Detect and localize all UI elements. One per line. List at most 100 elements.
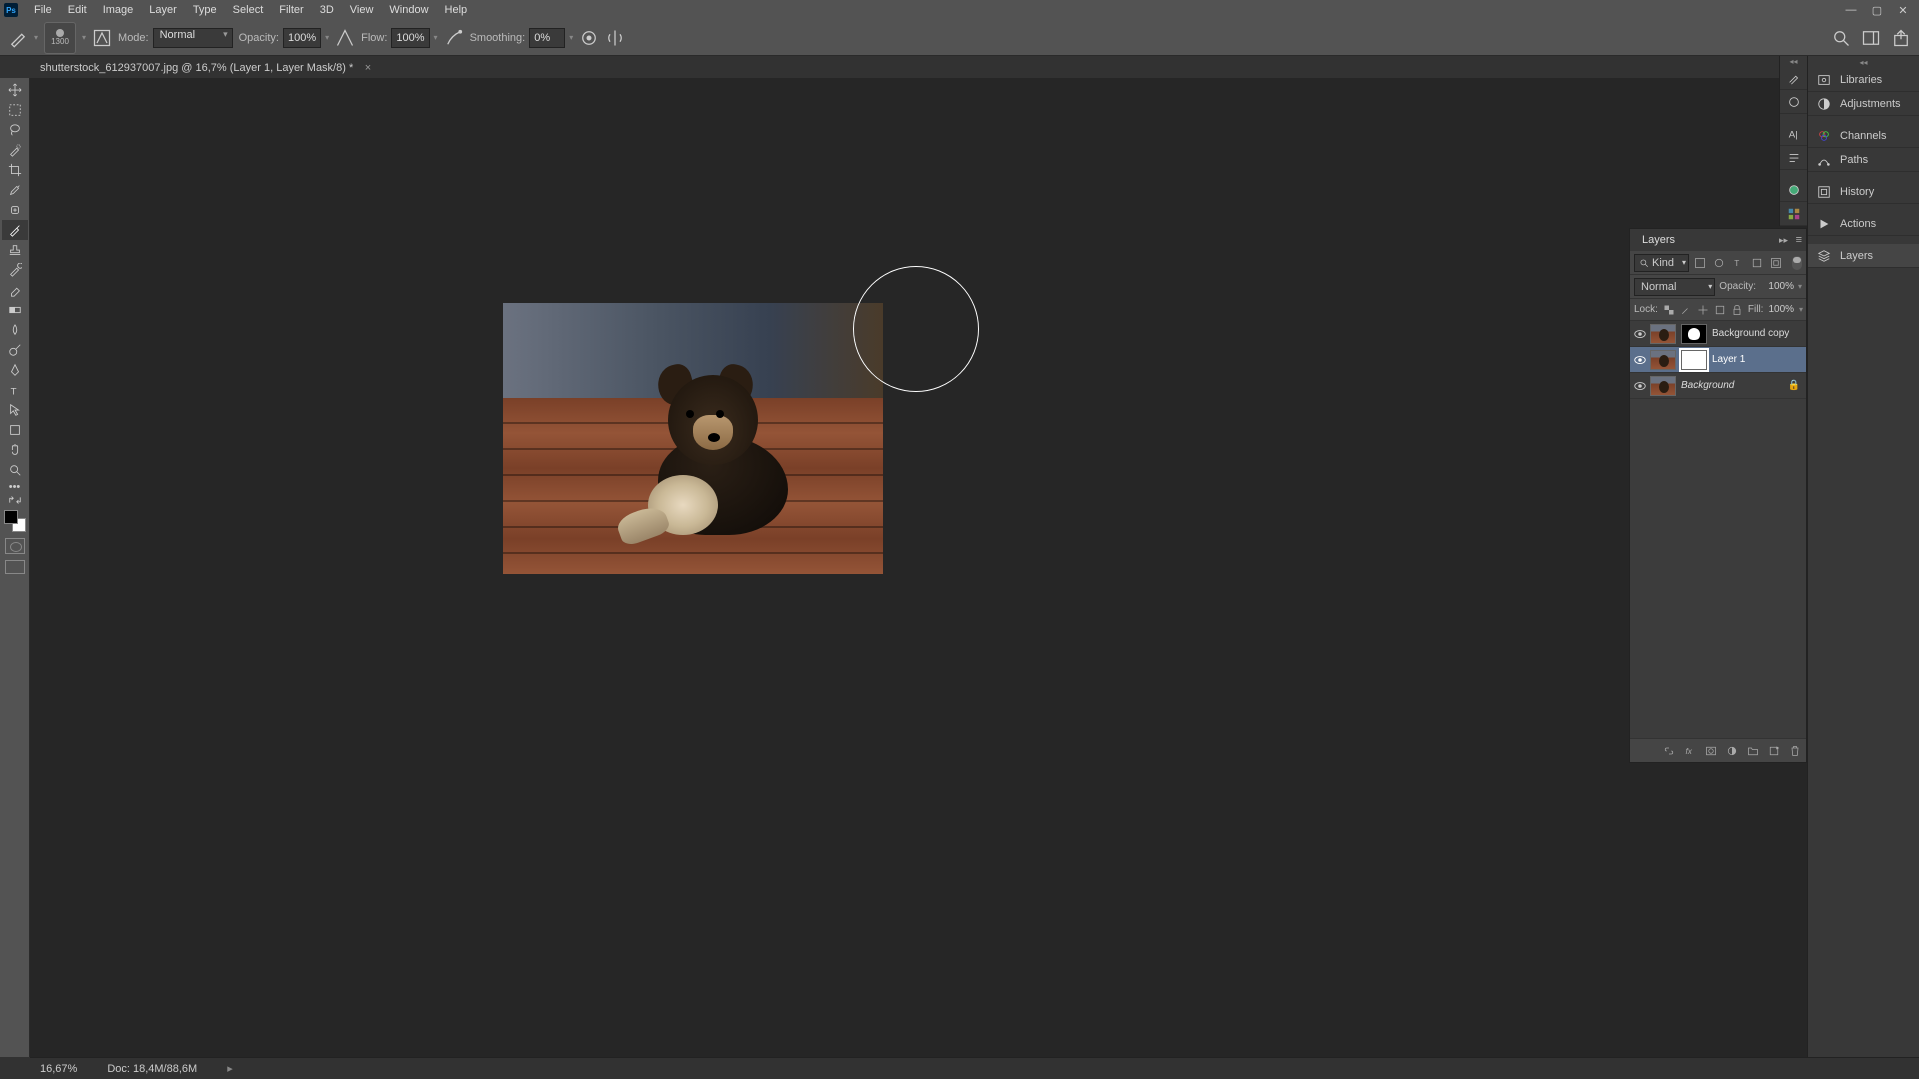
color-icon[interactable] bbox=[1780, 178, 1807, 202]
zoom-tool[interactable] bbox=[2, 460, 28, 480]
dock-layers[interactable]: Layers bbox=[1808, 244, 1919, 268]
dock-paths[interactable]: Paths bbox=[1808, 148, 1919, 172]
flow-field[interactable]: 100% bbox=[391, 28, 429, 48]
character-icon[interactable]: A| bbox=[1780, 122, 1807, 146]
menu-file[interactable]: File bbox=[26, 4, 60, 16]
hand-tool[interactable] bbox=[2, 440, 28, 460]
search-icon[interactable] bbox=[1831, 28, 1851, 48]
menu-image[interactable]: Image bbox=[95, 4, 142, 16]
filter-smart-icon[interactable] bbox=[1768, 255, 1784, 271]
lock-all-icon[interactable] bbox=[1731, 303, 1743, 317]
dock-adjustments[interactable]: Adjustments bbox=[1808, 92, 1919, 116]
shape-tool[interactable] bbox=[2, 420, 28, 440]
menu-select[interactable]: Select bbox=[225, 4, 272, 16]
adjustment-layer-icon[interactable] bbox=[1725, 744, 1739, 758]
menu-layer[interactable]: Layer bbox=[141, 4, 185, 16]
brush-tool[interactable] bbox=[2, 220, 28, 240]
brushes-icon[interactable] bbox=[1780, 90, 1807, 114]
blend-mode-select[interactable]: Normal bbox=[1634, 278, 1715, 296]
menu-window[interactable]: Window bbox=[381, 4, 436, 16]
opacity-value[interactable]: 100% bbox=[1760, 281, 1794, 292]
smoothing-options-icon[interactable] bbox=[579, 28, 599, 48]
brush-preset-picker[interactable]: 1300 bbox=[44, 22, 76, 54]
layer-name[interactable]: Background bbox=[1681, 380, 1734, 391]
eyedropper-tool[interactable] bbox=[2, 180, 28, 200]
healing-tool[interactable] bbox=[2, 200, 28, 220]
stamp-tool[interactable] bbox=[2, 240, 28, 260]
filter-shape-icon[interactable] bbox=[1749, 255, 1765, 271]
fill-value[interactable]: 100% bbox=[1768, 304, 1794, 315]
paragraph-icon[interactable] bbox=[1780, 146, 1807, 170]
filter-type-icon[interactable]: T bbox=[1730, 255, 1746, 271]
layer-style-icon[interactable]: fx bbox=[1683, 744, 1697, 758]
foreground-color-swatch[interactable] bbox=[4, 510, 18, 524]
pressure-opacity-icon[interactable] bbox=[335, 28, 355, 48]
lock-pixels-icon[interactable] bbox=[1680, 303, 1692, 317]
layers-tab[interactable]: Layers bbox=[1636, 234, 1681, 246]
visibility-toggle[interactable] bbox=[1632, 378, 1648, 394]
mask-thumbnail[interactable] bbox=[1681, 324, 1707, 344]
lasso-tool[interactable] bbox=[2, 120, 28, 140]
layer-name[interactable]: Background copy bbox=[1712, 328, 1789, 339]
status-flyout-icon[interactable]: ▸ bbox=[227, 1062, 233, 1075]
lock-transparency-icon[interactable] bbox=[1663, 303, 1675, 317]
menu-help[interactable]: Help bbox=[437, 4, 476, 16]
eraser-tool[interactable] bbox=[2, 280, 28, 300]
panel-menu-icon[interactable]: ≡ bbox=[1796, 234, 1802, 246]
blend-mode-select[interactable]: Normal bbox=[153, 28, 233, 48]
layer-row[interactable]: Background 🔒 bbox=[1630, 373, 1806, 399]
add-mask-icon[interactable] bbox=[1704, 744, 1718, 758]
workspace-icon[interactable] bbox=[1861, 28, 1881, 48]
document-tab[interactable]: shutterstock_612937007.jpg @ 16,7% (Laye… bbox=[30, 58, 377, 78]
type-tool[interactable]: T bbox=[2, 380, 28, 400]
opacity-field[interactable]: 100% bbox=[283, 28, 321, 48]
menu-filter[interactable]: Filter bbox=[271, 4, 311, 16]
blur-tool[interactable] bbox=[2, 320, 28, 340]
brush-panel-toggle[interactable] bbox=[92, 28, 112, 48]
color-swatches[interactable] bbox=[4, 510, 26, 532]
new-layer-icon[interactable] bbox=[1767, 744, 1781, 758]
layer-row[interactable]: Layer 1 bbox=[1630, 347, 1806, 373]
menu-3d[interactable]: 3D bbox=[312, 4, 342, 16]
dock-actions[interactable]: Actions bbox=[1808, 212, 1919, 236]
filter-pixel-icon[interactable] bbox=[1692, 255, 1708, 271]
lock-artboard-icon[interactable] bbox=[1714, 303, 1726, 317]
visibility-toggle[interactable] bbox=[1632, 352, 1648, 368]
path-select-tool[interactable] bbox=[2, 400, 28, 420]
tool-preset-icon[interactable] bbox=[8, 28, 28, 48]
doc-info[interactable]: Doc: 18,4M/88,6M bbox=[107, 1063, 197, 1075]
delete-layer-icon[interactable] bbox=[1788, 744, 1802, 758]
quick-select-tool[interactable] bbox=[2, 140, 28, 160]
mask-thumbnail[interactable] bbox=[1681, 350, 1707, 370]
window-minimize[interactable]: — bbox=[1839, 2, 1863, 18]
zoom-level[interactable]: 16,67% bbox=[40, 1063, 77, 1075]
airbrush-icon[interactable] bbox=[444, 28, 464, 48]
screen-mode-toggle[interactable] bbox=[5, 560, 25, 574]
history-brush-tool[interactable] bbox=[2, 260, 28, 280]
link-layers-icon[interactable] bbox=[1662, 744, 1676, 758]
filter-kind-select[interactable]: Kind bbox=[1634, 254, 1689, 272]
layer-name[interactable]: Layer 1 bbox=[1712, 354, 1745, 365]
panel-collapse-icon[interactable]: ▸▸ bbox=[1779, 235, 1788, 246]
pen-tool[interactable] bbox=[2, 360, 28, 380]
filter-toggle[interactable] bbox=[1792, 256, 1802, 270]
edit-toolbar[interactable]: ••• bbox=[2, 480, 28, 494]
move-tool[interactable] bbox=[2, 80, 28, 100]
crop-tool[interactable] bbox=[2, 160, 28, 180]
menu-type[interactable]: Type bbox=[185, 4, 225, 16]
dock-history[interactable]: History bbox=[1808, 180, 1919, 204]
layer-row[interactable]: Background copy bbox=[1630, 321, 1806, 347]
layer-thumbnail[interactable] bbox=[1650, 350, 1676, 370]
dock-channels[interactable]: Channels bbox=[1808, 124, 1919, 148]
layer-thumbnail[interactable] bbox=[1650, 376, 1676, 396]
brush-settings-icon[interactable] bbox=[1780, 66, 1807, 90]
share-icon[interactable] bbox=[1891, 28, 1911, 48]
mini-dock-collapse[interactable]: ◂◂ bbox=[1780, 56, 1807, 66]
quick-mask-toggle[interactable] bbox=[5, 538, 25, 554]
symmetry-icon[interactable] bbox=[605, 28, 625, 48]
swatches-icon[interactable] bbox=[1780, 202, 1807, 226]
dodge-tool[interactable] bbox=[2, 340, 28, 360]
window-close[interactable]: ✕ bbox=[1891, 2, 1915, 18]
layer-thumbnail[interactable] bbox=[1650, 324, 1676, 344]
new-group-icon[interactable] bbox=[1746, 744, 1760, 758]
